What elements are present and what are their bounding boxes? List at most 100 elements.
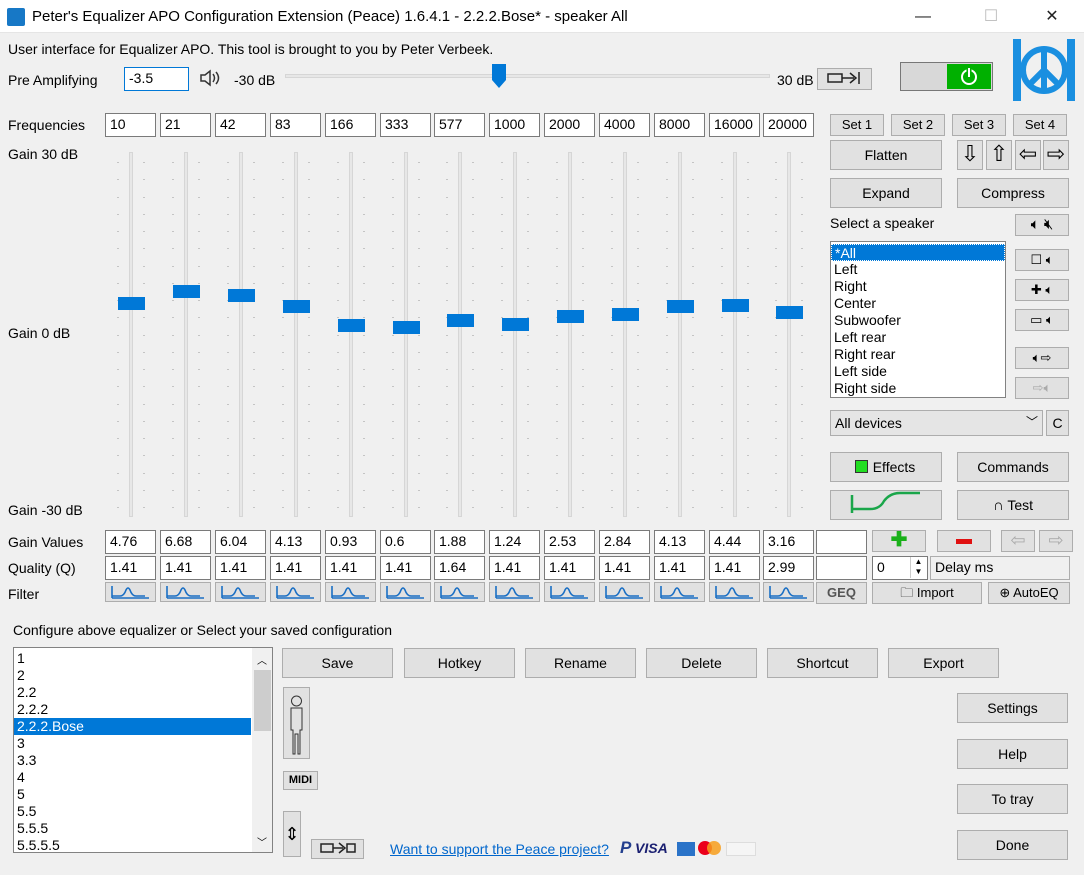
gain-slider-track[interactable]: [349, 152, 353, 517]
filter-type-button[interactable]: [434, 582, 485, 602]
gain-slider-thumb[interactable]: [173, 285, 200, 299]
gain-slider-track[interactable]: [568, 152, 572, 517]
config-list-item[interactable]: 1: [14, 650, 251, 667]
gain-value-input[interactable]: 0.6: [380, 530, 431, 554]
speaker-send-icon[interactable]: 🔈︎⇨: [1015, 347, 1069, 369]
filter-type-button[interactable]: [763, 582, 814, 602]
gain-slider-thumb[interactable]: [338, 319, 365, 333]
quality-input[interactable]: 1.41: [544, 556, 595, 580]
frequency-input[interactable]: 2000: [544, 113, 595, 137]
arrow-right-icon[interactable]: ⇨: [1043, 140, 1069, 170]
config-list-item[interactable]: 5.5.5: [14, 820, 251, 837]
gain-slider-thumb[interactable]: [447, 313, 474, 327]
gain-slider-track[interactable]: [678, 152, 682, 517]
gain-slider-track[interactable]: [458, 152, 462, 517]
gain-slider-thumb[interactable]: [667, 300, 694, 314]
gain-slider-thumb[interactable]: [393, 321, 420, 335]
arrow-down-icon[interactable]: ⇩: [957, 140, 983, 170]
config-list-item[interactable]: 5.5: [14, 803, 251, 820]
to-tray-button[interactable]: To tray: [957, 784, 1068, 814]
close-button[interactable]: ✕: [1029, 0, 1075, 33]
shift-right-icon[interactable]: ⇨: [1039, 530, 1073, 552]
config-list-item[interactable]: 5.5.5.5: [14, 837, 251, 852]
power-toggle[interactable]: [900, 62, 993, 91]
save-button[interactable]: Save: [282, 648, 393, 678]
arrow-left-icon[interactable]: ⇦: [1015, 140, 1041, 170]
gain-slider-track[interactable]: [733, 152, 737, 517]
payment-logos[interactable]: P VISA: [620, 838, 756, 860]
config-list-item[interactable]: 2.2: [14, 684, 251, 701]
speaker-list-item[interactable]: *All: [831, 244, 1005, 261]
set-3-button[interactable]: Set 3: [952, 114, 1006, 136]
config-list-item[interactable]: 3.3: [14, 752, 251, 769]
quality-input[interactable]: 1.41: [215, 556, 266, 580]
gain-value-input[interactable]: 6.68: [160, 530, 211, 554]
config-list-item[interactable]: 2: [14, 667, 251, 684]
device-dropdown[interactable]: All devices ﹀: [830, 410, 1043, 436]
filter-type-button[interactable]: [380, 582, 431, 602]
remove-filter-icon[interactable]: [937, 530, 991, 552]
gain-value-input[interactable]: 1.88: [434, 530, 485, 554]
autoeq-button[interactable]: ⊕ AutoEQ: [988, 582, 1070, 604]
speaker-list-item[interactable]: Left side: [831, 363, 1005, 380]
speaker-list-item[interactable]: Left: [831, 261, 1005, 278]
frequency-input[interactable]: 8000: [654, 113, 705, 137]
filter-type-button[interactable]: [325, 582, 376, 602]
gain-slider-track[interactable]: [404, 152, 408, 517]
gain-slider-track[interactable]: [787, 152, 791, 517]
frequency-input[interactable]: 577: [434, 113, 485, 137]
quality-input[interactable]: 1.41: [489, 556, 540, 580]
test-button[interactable]: ∩ Test: [957, 490, 1069, 520]
frequency-input[interactable]: 83: [270, 113, 321, 137]
output-apply-icon[interactable]: [311, 839, 364, 859]
quality-input[interactable]: 1.64: [434, 556, 485, 580]
geq-button[interactable]: GEQ: [816, 582, 867, 604]
gain-slider-track[interactable]: [294, 152, 298, 517]
gain-slider-track[interactable]: [129, 152, 133, 517]
person-icon[interactable]: [283, 687, 310, 759]
frequency-input[interactable]: 10: [105, 113, 156, 137]
speaker-volume-icon[interactable]: [198, 66, 222, 90]
gain-extra-input[interactable]: [816, 530, 867, 554]
set-2-button[interactable]: Set 2: [891, 114, 945, 136]
speaker-list[interactable]: *All Left Right Center Subwoofer Left rear Rig…: [830, 241, 1006, 398]
spinner-icon[interactable]: ▲ ▼: [910, 557, 926, 578]
speaker-list-item[interactable]: Right side: [831, 380, 1005, 397]
hotkey-button[interactable]: Hotkey: [404, 648, 515, 678]
gain-slider-track[interactable]: [239, 152, 243, 517]
effects-button[interactable]: Effects: [830, 452, 942, 482]
quality-input[interactable]: 1.41: [325, 556, 376, 580]
maximize-button[interactable]: ☐: [968, 0, 1014, 33]
compress-button[interactable]: Compress: [957, 178, 1069, 208]
gain-slider-track[interactable]: [513, 152, 517, 517]
gain-slider-thumb[interactable]: [118, 296, 145, 310]
minimize-button[interactable]: —: [900, 0, 946, 33]
quality-input[interactable]: 1.41: [105, 556, 156, 580]
gain-slider-thumb[interactable]: [228, 288, 255, 302]
help-button[interactable]: Help: [957, 739, 1068, 769]
speaker-plus-icon[interactable]: ✚ 🔈︎: [1015, 279, 1069, 301]
gain-value-input[interactable]: 2.53: [544, 530, 595, 554]
eq-curve-button[interactable]: [830, 490, 942, 520]
scrollbar-thumb[interactable]: [254, 670, 271, 731]
speaker-list-item[interactable]: Center: [831, 295, 1005, 312]
rename-button[interactable]: Rename: [525, 648, 636, 678]
delete-button[interactable]: Delete: [646, 648, 757, 678]
scroll-down-icon[interactable]: ﹀: [257, 834, 267, 849]
gain-slider-thumb[interactable]: [776, 306, 803, 320]
gain-value-input[interactable]: 4.76: [105, 530, 156, 554]
gain-value-input[interactable]: 6.04: [215, 530, 266, 554]
gain-value-input[interactable]: 0.93: [325, 530, 376, 554]
gain-value-input[interactable]: 3.16: [763, 530, 814, 554]
midi-button[interactable]: MIDI: [283, 771, 318, 790]
filter-type-button[interactable]: [270, 582, 321, 602]
frequency-input[interactable]: 166: [325, 113, 376, 137]
frequency-input[interactable]: 16000: [709, 113, 760, 137]
filter-type-button[interactable]: [654, 582, 705, 602]
scroll-up-icon[interactable]: ︿: [257, 652, 267, 667]
speaker-list-item[interactable]: Right rear: [831, 346, 1005, 363]
quality-input[interactable]: 2.99: [763, 556, 814, 580]
set-1-button[interactable]: Set 1: [830, 114, 884, 136]
quality-extra-input[interactable]: [816, 556, 867, 580]
quality-input[interactable]: 1.41: [709, 556, 760, 580]
